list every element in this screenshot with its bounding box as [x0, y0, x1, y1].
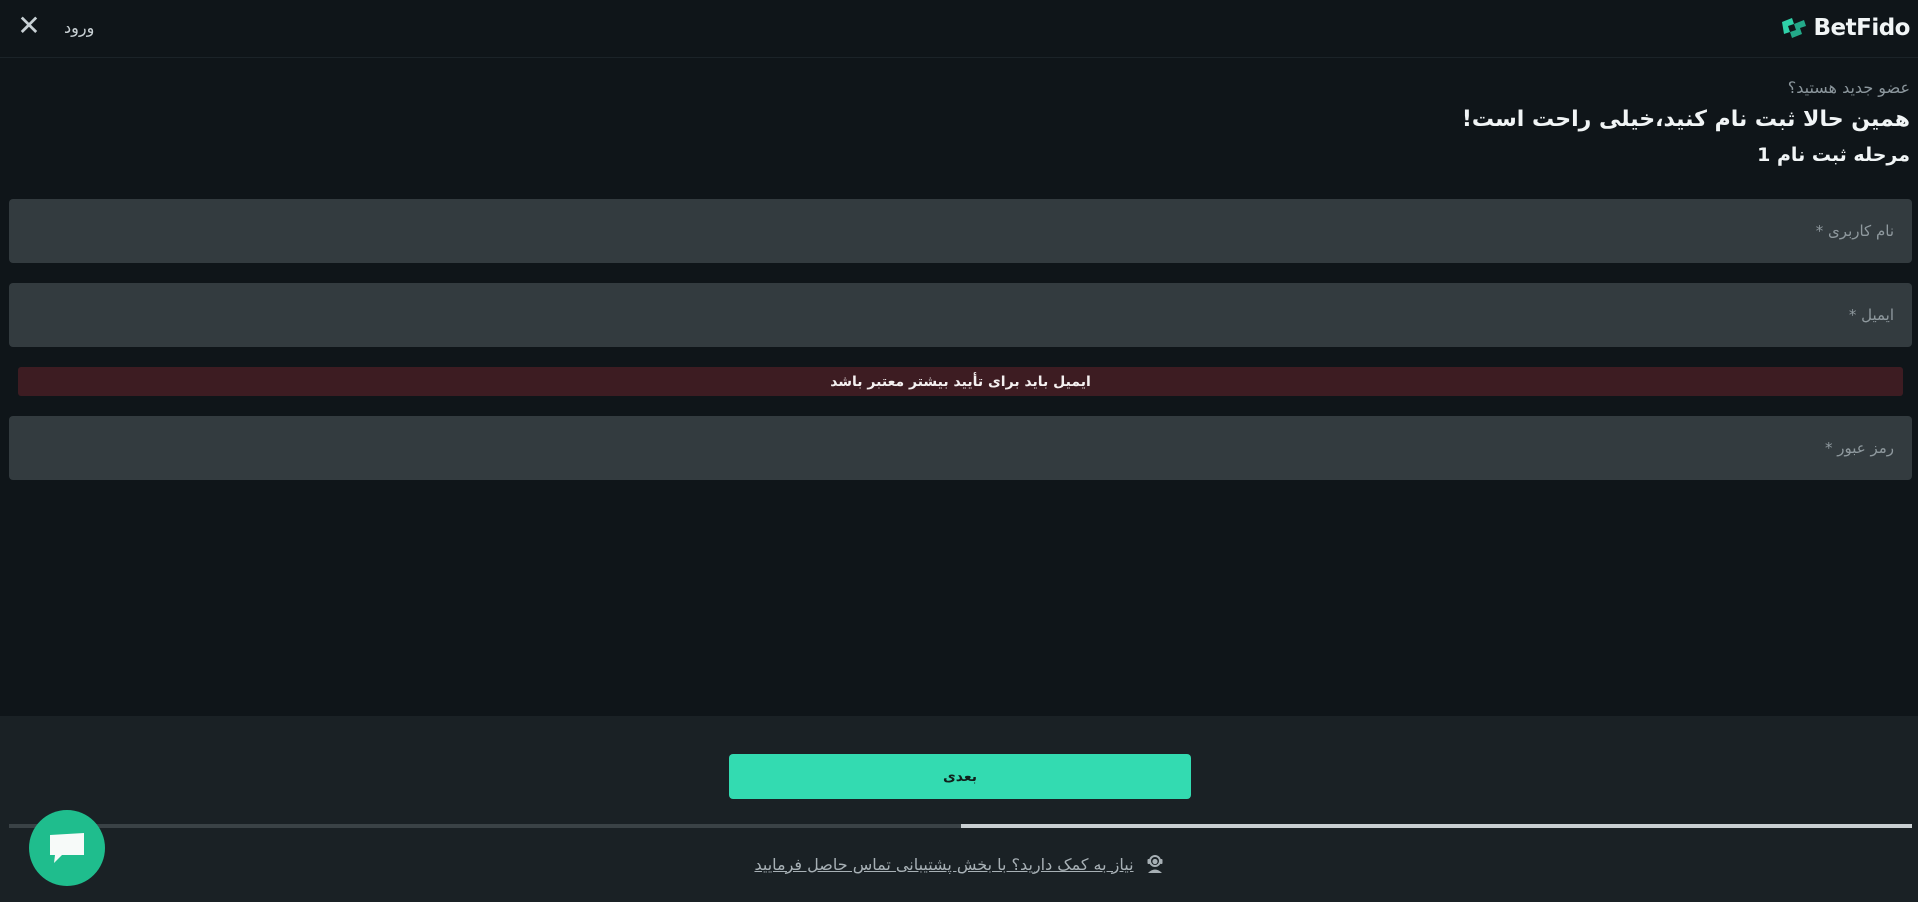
password-field-wrapper[interactable]	[9, 416, 1912, 480]
signup-progress-track	[9, 824, 1912, 828]
chat-bubble-icon	[50, 833, 84, 863]
close-icon[interactable]: ✕	[16, 12, 42, 42]
signup-headline: همین حالا ثبت نام کنید،خیلی راحت است!	[1461, 107, 1910, 132]
intro-section: عضو جدید هستید؟ همین حالا ثبت نام کنید،خ…	[1462, 78, 1910, 166]
header-bar: ✕ ورود BetFido	[0, 0, 1918, 58]
betfido-logo-icon	[1781, 18, 1806, 38]
logo-text: BetFido	[1813, 15, 1911, 41]
password-input[interactable]	[9, 416, 1912, 480]
chat-button[interactable]	[29, 810, 105, 886]
email-error-text: ایمیل باید برای تأیید بیشتر معتبر باشد	[830, 373, 1091, 390]
email-field-wrapper[interactable]	[9, 283, 1912, 347]
brand-logo[interactable]: BetFido	[1780, 13, 1911, 43]
support-contact-link[interactable]: نیاز به کمک دارید؟ با بخش پشتیبانی تماس …	[754, 855, 1133, 874]
login-link[interactable]: ورود	[64, 18, 94, 37]
registration-page: ✕ ورود BetFido عضو جدید هستید؟ همین حالا…	[0, 0, 1918, 902]
footer-section: بعدی نیاز به کمک دارید؟ با بخش پشتیبانی …	[0, 716, 1918, 902]
signup-progress-fill	[960, 824, 1912, 828]
signup-step-label: مرحله ثبت نام 1	[1757, 144, 1910, 166]
email-input[interactable]	[9, 283, 1912, 347]
username-field-wrapper[interactable]	[9, 199, 1912, 263]
support-agent-icon	[1147, 855, 1163, 873]
support-row: نیاز به کمک دارید؟ با بخش پشتیبانی تماس …	[0, 852, 1918, 876]
next-button[interactable]: بعدی	[729, 754, 1191, 799]
email-error-message: ایمیل باید برای تأیید بیشتر معتبر باشد	[18, 367, 1903, 396]
new-member-question: عضو جدید هستید؟	[1787, 78, 1910, 97]
username-input[interactable]	[9, 199, 1912, 263]
